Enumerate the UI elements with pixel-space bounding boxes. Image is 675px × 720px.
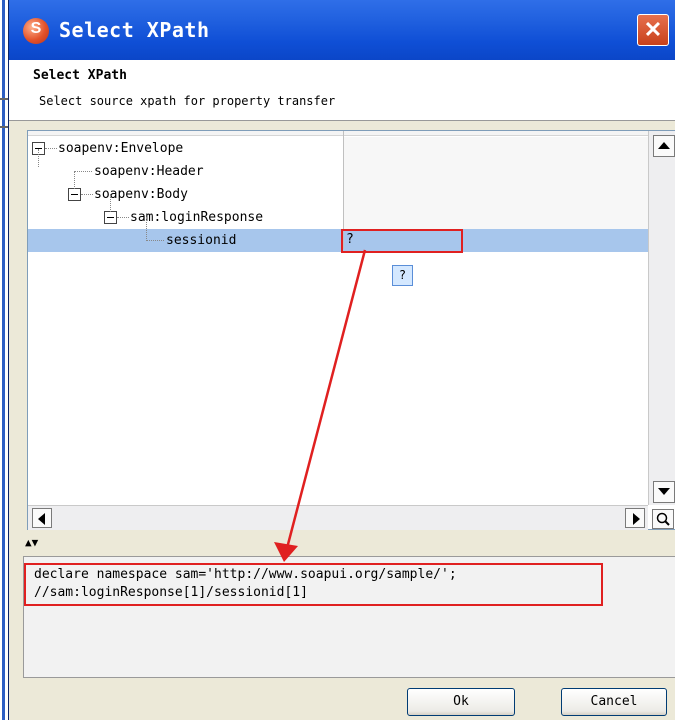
annotation-arrow [274, 249, 367, 562]
